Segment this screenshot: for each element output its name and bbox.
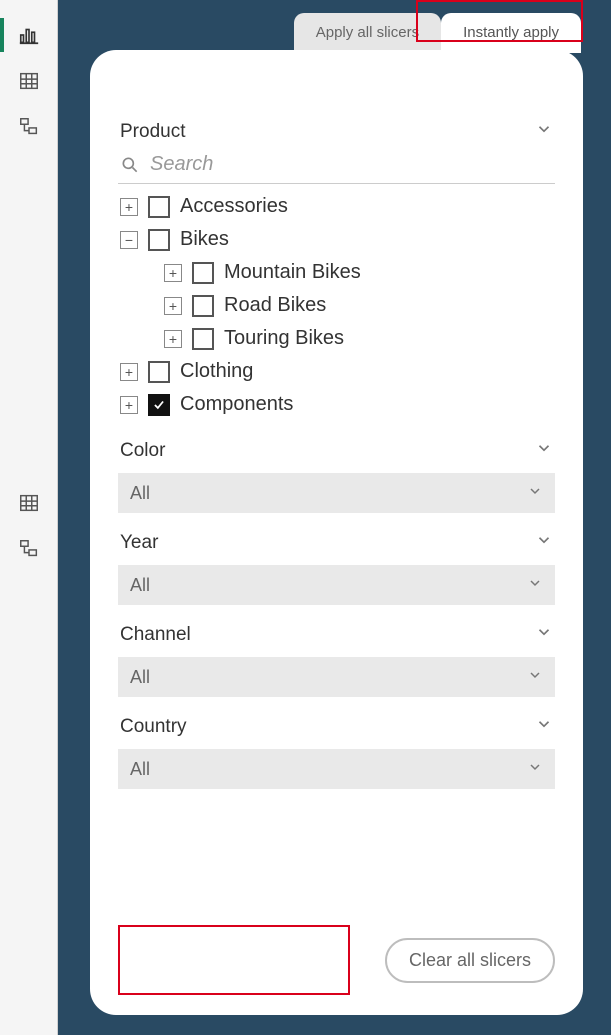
tab-apply-all-slicers[interactable]: Apply all slicers xyxy=(294,13,441,53)
chevron-down-icon xyxy=(535,715,553,739)
clear-all-slicers-button[interactable]: Clear all slicers xyxy=(385,938,555,983)
tree-item-accessories[interactable]: + Accessories xyxy=(118,190,555,223)
expand-icon[interactable]: + xyxy=(120,198,138,216)
annotation-highlight-empty-apply xyxy=(118,925,350,995)
checkbox[interactable] xyxy=(148,229,170,251)
channel-slicer: Channel All xyxy=(118,619,555,697)
slicer-title: Country xyxy=(120,716,187,738)
product-tree: + Accessories − Bikes + Mountain Bikes xyxy=(118,190,555,421)
slicer-title: Year xyxy=(120,532,158,554)
tree-item-label: Components xyxy=(180,393,293,416)
data-view-button[interactable] xyxy=(0,58,58,104)
slicer-title: Channel xyxy=(120,624,191,646)
report-view-button[interactable] xyxy=(0,12,58,58)
report-canvas: Apply all slicers Instantly apply Produc… xyxy=(58,0,611,1035)
dropdown-value: All xyxy=(130,483,150,504)
tree-item-label: Accessories xyxy=(180,195,288,218)
checkbox[interactable] xyxy=(148,361,170,383)
year-dropdown[interactable]: All xyxy=(118,565,555,605)
collapse-icon[interactable]: − xyxy=(120,231,138,249)
product-slicer-header[interactable]: Product xyxy=(118,116,555,148)
model-view-button-secondary[interactable] xyxy=(0,526,58,572)
year-slicer: Year All xyxy=(118,527,555,605)
checkbox[interactable] xyxy=(148,196,170,218)
checkbox[interactable] xyxy=(192,262,214,284)
left-nav-rail xyxy=(0,0,58,1035)
product-slicer: Product + Accessories − xyxy=(118,116,555,421)
tree-item-road-bikes[interactable]: + Road Bikes xyxy=(118,289,555,322)
tree-item-bikes[interactable]: − Bikes xyxy=(118,223,555,256)
chevron-down-icon xyxy=(527,667,543,688)
slicer-mode-tabs: Apply all slicers Instantly apply xyxy=(58,0,611,52)
tree-item-mountain-bikes[interactable]: + Mountain Bikes xyxy=(118,256,555,289)
product-search-row xyxy=(118,150,555,184)
tree-item-label: Road Bikes xyxy=(224,294,326,317)
tree-item-label: Bikes xyxy=(180,228,229,251)
search-icon xyxy=(120,155,140,175)
product-search-input[interactable] xyxy=(148,152,553,177)
channel-slicer-header[interactable]: Channel xyxy=(118,619,555,651)
chevron-down-icon xyxy=(535,623,553,647)
chevron-down-icon xyxy=(535,439,553,463)
tree-item-clothing[interactable]: + Clothing xyxy=(118,355,555,388)
country-dropdown[interactable]: All xyxy=(118,749,555,789)
tree-item-touring-bikes[interactable]: + Touring Bikes xyxy=(118,322,555,355)
expand-icon[interactable]: + xyxy=(120,363,138,381)
table-icon xyxy=(18,70,40,92)
slicer-panel: Product + Accessories − xyxy=(90,50,583,1015)
tree-item-label: Mountain Bikes xyxy=(224,261,361,284)
bar-chart-icon xyxy=(18,24,40,46)
model-view-button[interactable] xyxy=(0,104,58,150)
channel-dropdown[interactable]: All xyxy=(118,657,555,697)
expand-icon[interactable]: + xyxy=(164,264,182,282)
checkbox-checked[interactable] xyxy=(148,394,170,416)
tree-item-components[interactable]: + Components xyxy=(118,388,555,421)
table-icon xyxy=(18,492,40,514)
year-slicer-header[interactable]: Year xyxy=(118,527,555,559)
chevron-down-icon xyxy=(527,575,543,596)
tree-item-label: Touring Bikes xyxy=(224,327,344,350)
color-dropdown[interactable]: All xyxy=(118,473,555,513)
color-slicer-header[interactable]: Color xyxy=(118,435,555,467)
panel-footer: Clear all slicers xyxy=(118,925,555,995)
model-icon xyxy=(18,116,40,138)
slicer-title: Color xyxy=(120,440,165,462)
expand-icon[interactable]: + xyxy=(120,396,138,414)
product-slicer-title: Product xyxy=(120,121,185,143)
color-slicer: Color All xyxy=(118,435,555,513)
model-icon xyxy=(18,538,40,560)
country-slicer: Country All xyxy=(118,711,555,789)
checkbox[interactable] xyxy=(192,328,214,350)
tree-item-label: Clothing xyxy=(180,360,253,383)
data-view-button-secondary[interactable] xyxy=(0,480,58,526)
dropdown-value: All xyxy=(130,667,150,688)
chevron-down-icon xyxy=(535,531,553,555)
dropdown-value: All xyxy=(130,759,150,780)
chevron-down-icon xyxy=(527,483,543,504)
chevron-down-icon xyxy=(527,759,543,780)
checkbox[interactable] xyxy=(192,295,214,317)
tab-instantly-apply[interactable]: Instantly apply xyxy=(441,13,581,53)
country-slicer-header[interactable]: Country xyxy=(118,711,555,743)
dropdown-value: All xyxy=(130,575,150,596)
chevron-down-icon xyxy=(535,120,553,144)
expand-icon[interactable]: + xyxy=(164,330,182,348)
expand-icon[interactable]: + xyxy=(164,297,182,315)
